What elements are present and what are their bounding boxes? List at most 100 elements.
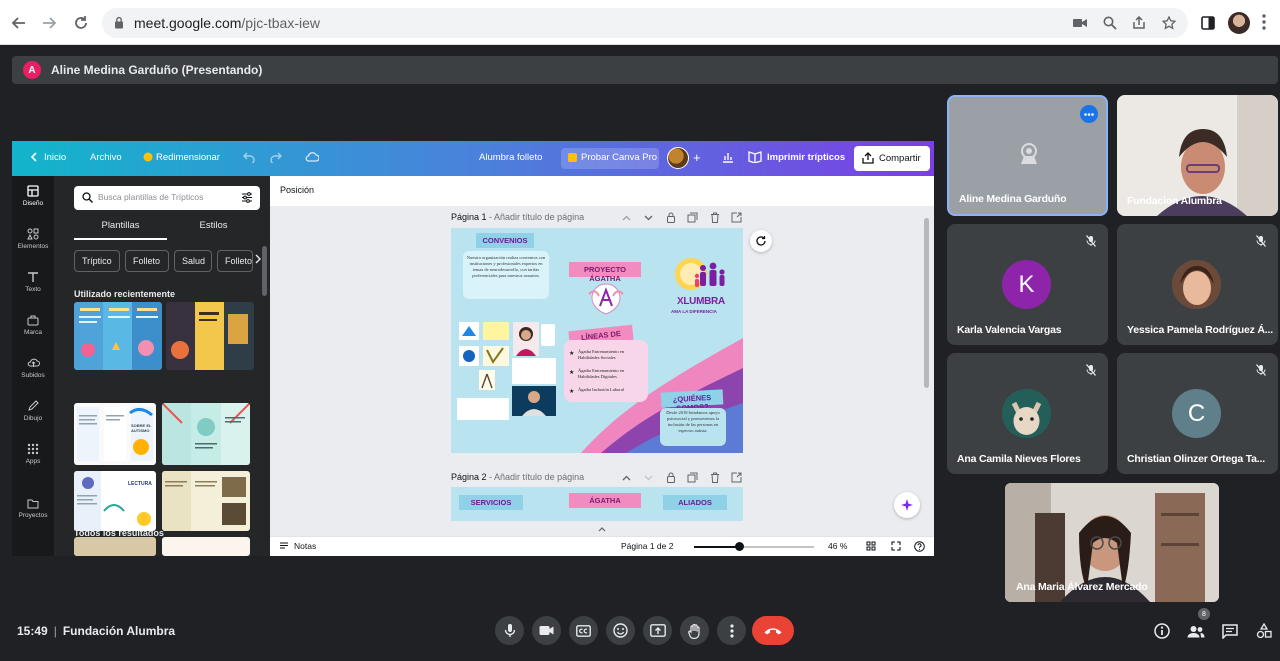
filter-sliders-icon[interactable] bbox=[241, 192, 253, 203]
template-result-thumbnail[interactable] bbox=[74, 537, 156, 556]
zoom-slider[interactable] bbox=[694, 546, 814, 548]
template-result-thumbnail[interactable] bbox=[162, 537, 250, 556]
template-search-input[interactable]: Busca plantillas de Trípticos bbox=[74, 186, 260, 210]
template-result-thumbnail[interactable]: LECTURA bbox=[74, 471, 156, 531]
participant-tile[interactable]: Ana Camila Nieves Flores bbox=[947, 353, 1108, 474]
collaborator-avatar[interactable] bbox=[667, 147, 689, 169]
template-result-thumbnail[interactable] bbox=[162, 471, 250, 531]
page1-title[interactable]: Página 1 - Añadir título de página bbox=[451, 212, 584, 222]
page-lock-icon[interactable] bbox=[664, 211, 677, 224]
camera-button[interactable] bbox=[532, 616, 561, 645]
participant-tile[interactable]: Yessica Pamela Rodríguez Á... bbox=[1117, 224, 1278, 345]
grid-view-icon[interactable] bbox=[866, 541, 876, 551]
insights-chart-icon[interactable] bbox=[722, 151, 734, 163]
zoom-slider-handle[interactable] bbox=[735, 542, 745, 551]
page-up-icon[interactable] bbox=[620, 471, 633, 484]
chip-folleto-2[interactable]: Folleto bbox=[217, 250, 253, 272]
recent-template-thumbnail[interactable] bbox=[166, 302, 254, 370]
lock-icon[interactable] bbox=[114, 16, 124, 29]
magic-sparkle-icon[interactable] bbox=[894, 492, 920, 518]
page-collapse-chevron-icon[interactable] bbox=[598, 527, 606, 532]
raise-hand-button[interactable] bbox=[680, 616, 709, 645]
redo-icon[interactable] bbox=[270, 151, 282, 163]
participant-tile[interactable]: Fundacion Alumbra bbox=[1117, 95, 1278, 216]
rail-projects[interactable]: Proyectos bbox=[12, 496, 54, 536]
page2-title[interactable]: Página 2 - Añadir título de página bbox=[451, 472, 584, 482]
participant-tile[interactable]: K Karla Valencia Vargas bbox=[947, 224, 1108, 345]
more-options-button[interactable] bbox=[717, 616, 746, 645]
participant-tile[interactable]: Aline Medina Garduño bbox=[947, 95, 1108, 216]
rail-design[interactable]: Diseño bbox=[12, 184, 54, 224]
triptico-page-1[interactable]: CONVENIOS Nuestra organización realiza c… bbox=[451, 228, 743, 453]
leave-call-button[interactable] bbox=[752, 616, 794, 645]
activities-button[interactable] bbox=[1253, 620, 1275, 642]
file-menu[interactable]: Archivo bbox=[90, 152, 122, 163]
bookmark-star-icon[interactable] bbox=[1161, 15, 1177, 31]
page-down-icon[interactable] bbox=[642, 211, 655, 224]
undo-icon[interactable] bbox=[243, 151, 255, 163]
meeting-details-button[interactable] bbox=[1151, 620, 1173, 642]
add-collaborator-icon[interactable]: + bbox=[693, 150, 701, 165]
captions-button[interactable] bbox=[569, 616, 598, 645]
help-icon[interactable] bbox=[914, 541, 925, 552]
template-result-thumbnail[interactable]: SOBRE EL AUTISMO bbox=[74, 403, 156, 465]
page-duplicate-icon[interactable] bbox=[686, 211, 699, 224]
recent-template-thumbnail[interactable] bbox=[74, 302, 162, 370]
page-add-icon[interactable] bbox=[730, 471, 743, 484]
notes-button[interactable]: Notas bbox=[294, 541, 316, 551]
zoom-level[interactable]: 46 % bbox=[828, 541, 847, 551]
rail-elements[interactable]: Elementos bbox=[12, 227, 54, 267]
chat-button[interactable] bbox=[1219, 620, 1241, 642]
chip-salud[interactable]: Salud bbox=[174, 250, 212, 272]
share-page-icon[interactable] bbox=[1131, 15, 1147, 31]
home-link[interactable]: Inicio bbox=[44, 152, 66, 163]
profile-avatar[interactable] bbox=[1228, 12, 1250, 34]
triptico-page-2[interactable]: SERVICIOS ÁGATHA ALIADOS bbox=[451, 487, 743, 521]
page-counter[interactable]: Página 1 de 2 bbox=[621, 541, 673, 551]
back-icon[interactable] bbox=[8, 12, 30, 34]
rail-brand[interactable]: Marca bbox=[12, 313, 54, 353]
chip-folleto[interactable]: Folleto bbox=[125, 250, 169, 272]
participant-tile[interactable]: C Christian Olinzer Ortega Ta... bbox=[1117, 353, 1278, 474]
page-down-icon[interactable] bbox=[642, 471, 655, 484]
home-back-icon[interactable] bbox=[30, 152, 38, 162]
reactions-button[interactable] bbox=[606, 616, 635, 645]
document-title[interactable]: Alumbra folleto bbox=[479, 152, 542, 163]
rail-uploads[interactable]: Subidos bbox=[12, 356, 54, 396]
share-button[interactable]: Compartir bbox=[854, 146, 930, 171]
print-tripticos-button[interactable]: Imprimir trípticos bbox=[767, 152, 845, 163]
page-duplicate-icon[interactable] bbox=[686, 471, 699, 484]
fullscreen-icon[interactable] bbox=[891, 541, 901, 551]
try-canva-pro-button[interactable]: Probar Canva Pro bbox=[561, 148, 659, 169]
address-bar[interactable]: meet.google.com/pjc-tbax-iew bbox=[102, 8, 1188, 38]
notes-icon[interactable] bbox=[279, 541, 289, 550]
side-panel-icon[interactable] bbox=[1197, 12, 1219, 34]
regenerate-icon[interactable] bbox=[750, 230, 772, 252]
canvas-scrollbar[interactable] bbox=[924, 218, 929, 388]
template-result-thumbnail[interactable] bbox=[162, 403, 250, 465]
position-button[interactable]: Posición bbox=[280, 185, 314, 195]
page-up-icon[interactable] bbox=[620, 211, 633, 224]
browser-menu-icon[interactable] bbox=[1262, 14, 1266, 30]
self-view-tile[interactable]: Ana Maria Álvarez Mercado bbox=[1005, 483, 1219, 602]
rail-draw[interactable]: Dibujo bbox=[12, 399, 54, 439]
zoom-icon[interactable] bbox=[1102, 15, 1118, 31]
forward-icon[interactable] bbox=[38, 12, 60, 34]
present-screen-button[interactable] bbox=[643, 616, 672, 645]
reload-icon[interactable] bbox=[70, 12, 92, 34]
tab-styles[interactable]: Estilos bbox=[167, 220, 260, 231]
camera-icon[interactable] bbox=[1072, 15, 1088, 31]
more-options-icon[interactable] bbox=[1080, 105, 1098, 123]
resize-button[interactable]: Redimensionar bbox=[156, 152, 220, 163]
cloud-saved-icon[interactable] bbox=[305, 151, 319, 163]
people-button[interactable] bbox=[1185, 620, 1207, 642]
page-delete-icon[interactable] bbox=[708, 471, 721, 484]
rail-apps[interactable]: Apps bbox=[12, 442, 54, 482]
page-delete-icon[interactable] bbox=[708, 211, 721, 224]
microphone-button[interactable] bbox=[495, 616, 524, 645]
page-lock-icon[interactable] bbox=[664, 471, 677, 484]
chip-triptico[interactable]: Tríptico bbox=[74, 250, 120, 272]
chips-next-icon[interactable] bbox=[255, 254, 261, 264]
tab-templates[interactable]: Plantillas bbox=[74, 220, 167, 240]
panel-scrollbar[interactable] bbox=[262, 246, 267, 296]
